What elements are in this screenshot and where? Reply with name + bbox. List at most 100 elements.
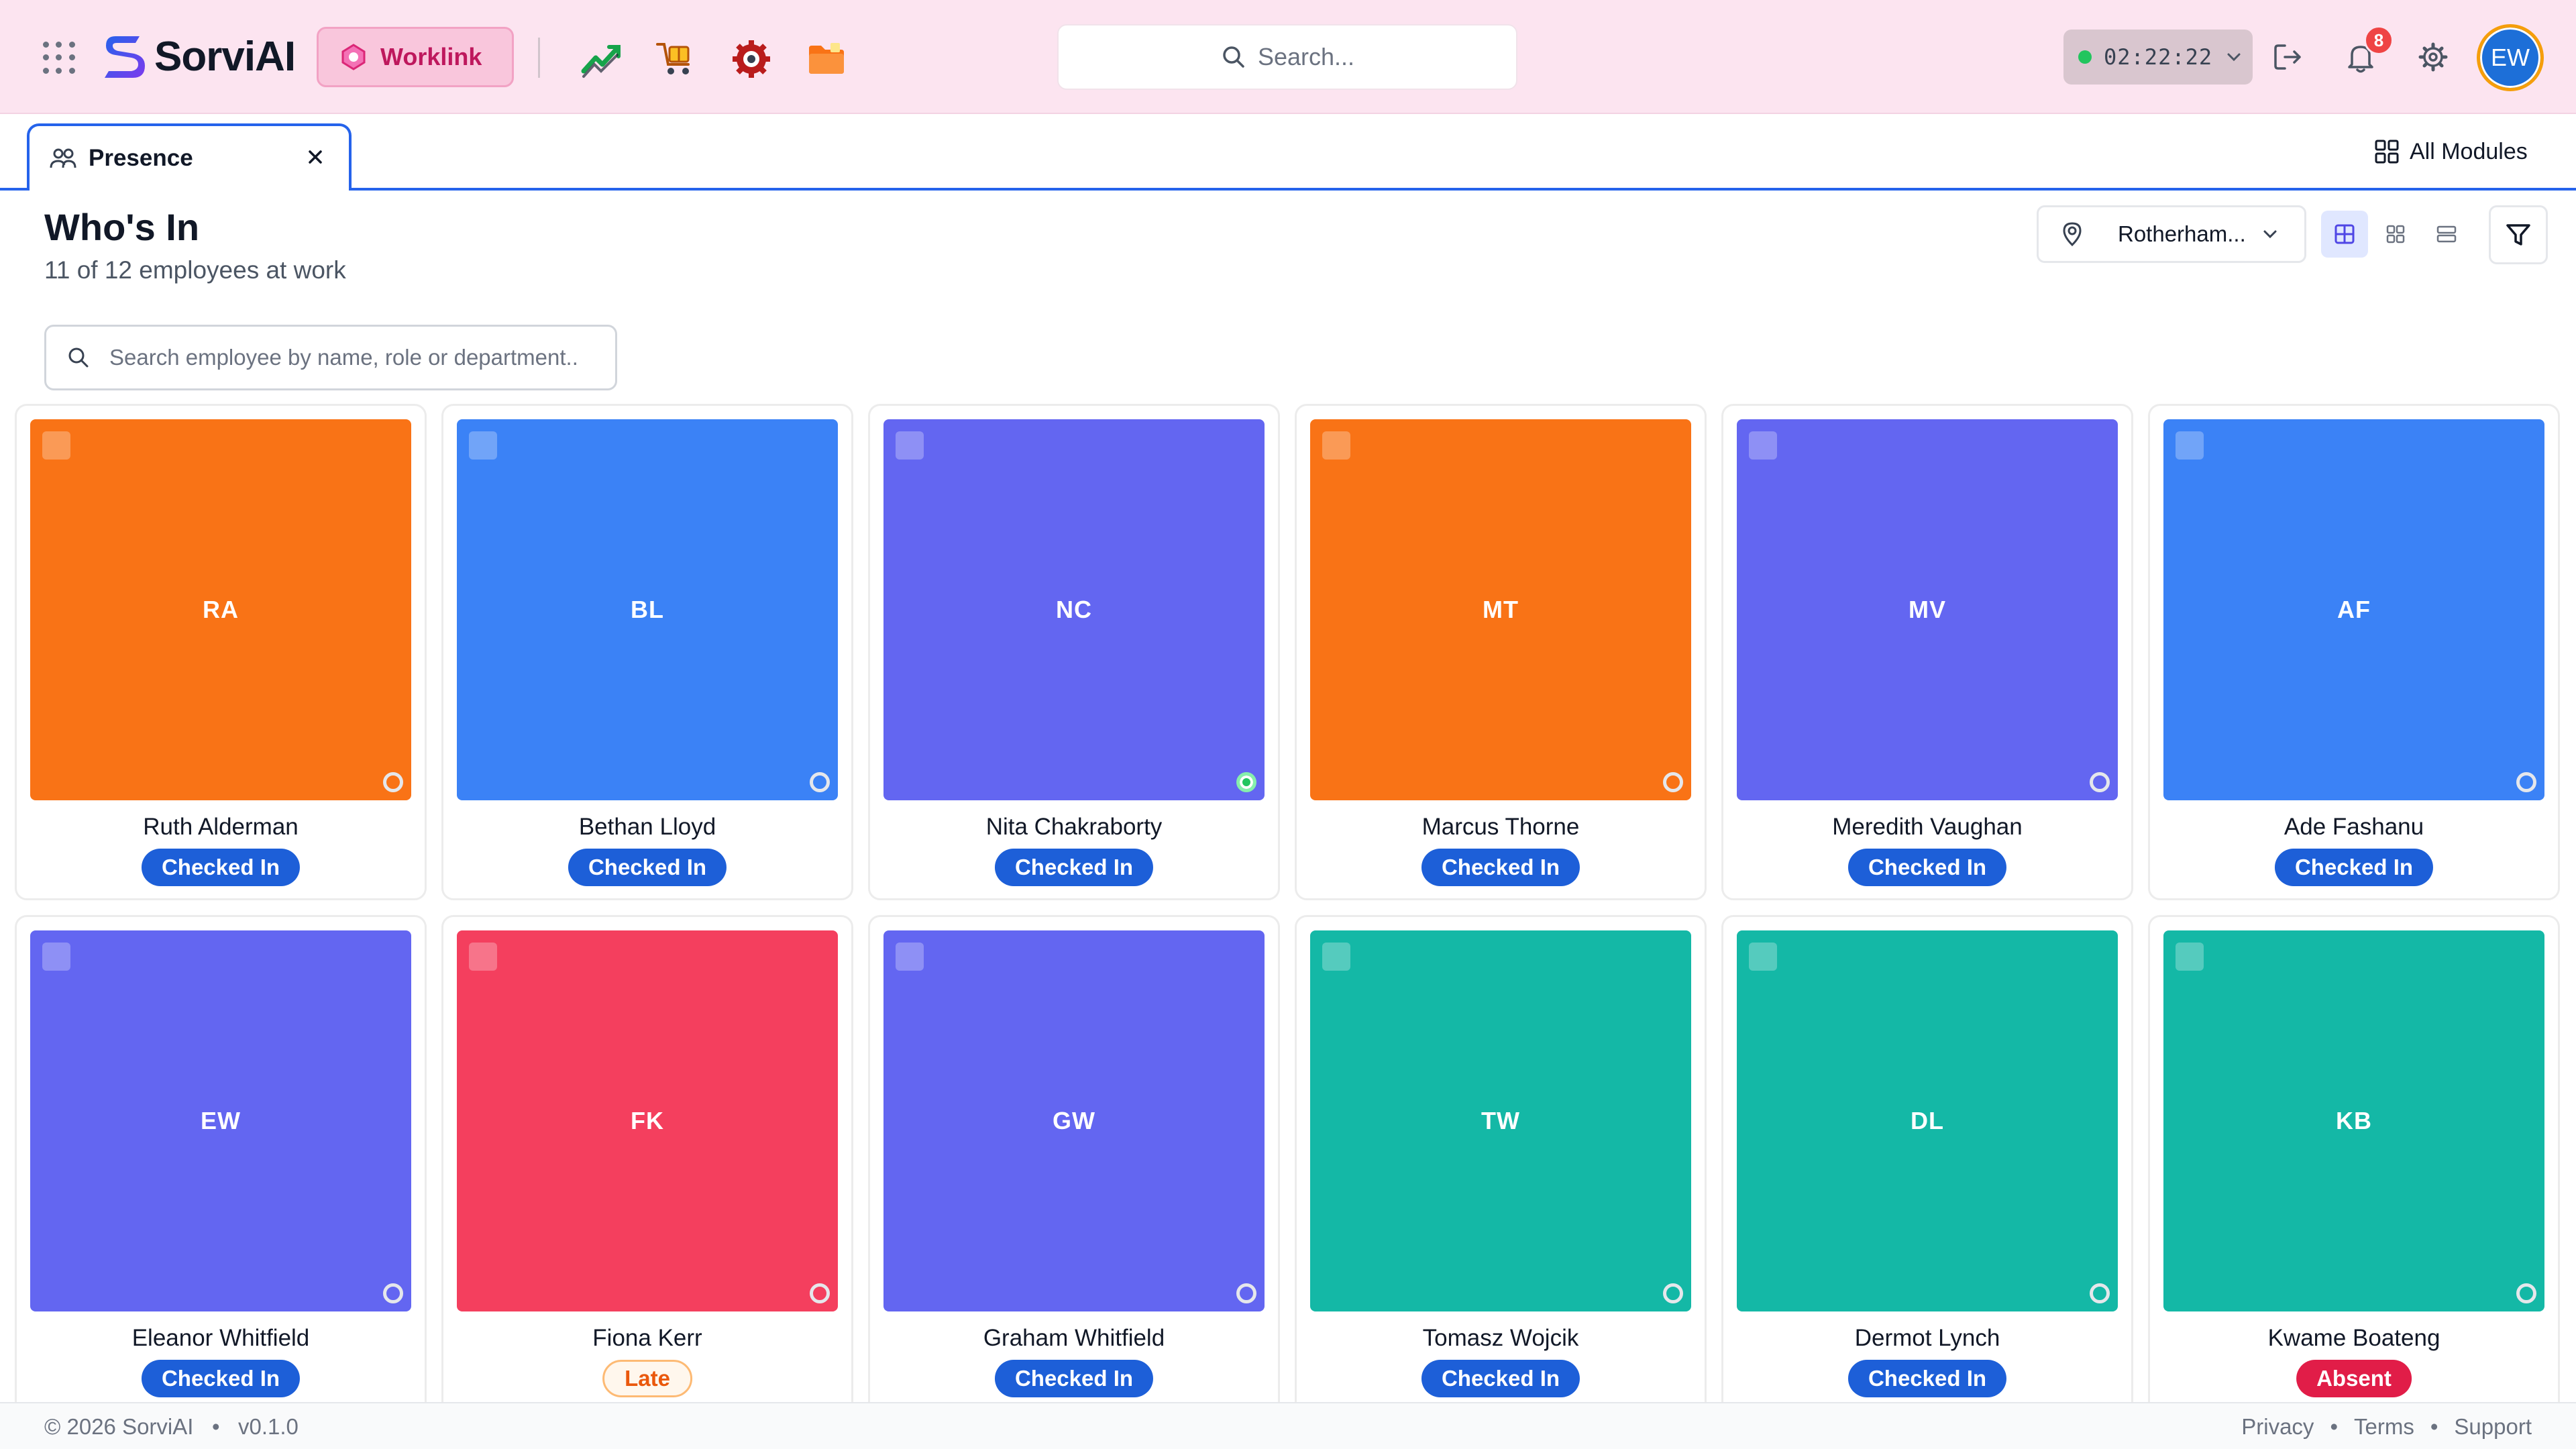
employee-card[interactable]: BL Bethan Lloyd Checked In xyxy=(441,404,853,900)
worklink-app-button[interactable]: Worklink xyxy=(317,27,514,87)
employee-avatar: TW xyxy=(1310,930,1691,1311)
employee-avatar: KB xyxy=(2163,930,2544,1311)
status-badge: Checked In xyxy=(1847,1360,2007,1397)
search-icon xyxy=(68,347,89,368)
worklink-label: Worklink xyxy=(380,43,482,70)
employee-card[interactable]: EW Eleanor Whitfield Checked In xyxy=(15,915,427,1425)
app-logo[interactable]: SorviAI xyxy=(101,31,296,82)
apps-grid-icon[interactable] xyxy=(43,42,75,74)
presence-indicator xyxy=(2090,772,2110,792)
employee-card[interactable]: RA Ruth Alderman Checked In xyxy=(15,404,427,900)
view-list-button[interactable] xyxy=(2423,211,2470,258)
select-checkbox[interactable] xyxy=(1749,943,1777,971)
tab-presence[interactable]: Presence xyxy=(27,123,352,191)
employee-initials: DL xyxy=(1911,1107,1944,1134)
presence-indicator xyxy=(2090,1283,2110,1303)
app-name: SorviAI xyxy=(154,33,296,80)
employee-avatar: MT xyxy=(1310,419,1691,800)
select-checkbox[interactable] xyxy=(1322,431,1350,460)
select-checkbox[interactable] xyxy=(2176,431,2204,460)
all-modules-button[interactable]: All Modules xyxy=(2373,131,2528,172)
service-gear-icon[interactable] xyxy=(730,38,773,80)
select-checkbox[interactable] xyxy=(1749,431,1777,460)
presence-indicator xyxy=(383,1283,403,1303)
employee-card[interactable]: DL Dermot Lynch Checked In xyxy=(1721,915,2133,1425)
select-checkbox[interactable] xyxy=(896,943,924,971)
search-icon xyxy=(1223,46,1244,68)
employee-avatar: RA xyxy=(30,419,411,800)
footer-separator: • xyxy=(2430,1414,2438,1439)
filter-funnel-icon xyxy=(2506,224,2530,246)
growth-chart-icon[interactable] xyxy=(580,38,623,80)
employee-card[interactable]: MV Meredith Vaughan Checked In xyxy=(1721,404,2133,900)
employee-avatar: NC xyxy=(883,419,1265,800)
employee-avatar: EW xyxy=(30,930,411,1311)
employee-name: Graham Whitfield xyxy=(983,1325,1165,1351)
status-badge: Absent xyxy=(2296,1360,2412,1397)
employee-name: Fiona Kerr xyxy=(592,1325,702,1351)
status-badge: Checked In xyxy=(568,849,727,886)
delivery-box-icon[interactable] xyxy=(655,38,698,80)
logout-icon[interactable] xyxy=(2270,39,2306,75)
employee-search-input[interactable] xyxy=(109,345,606,370)
settings-gear-icon[interactable] xyxy=(2415,39,2451,75)
copyright: © 2026 SorviAI xyxy=(44,1414,194,1439)
location-select[interactable]: Rotherham... xyxy=(2037,205,2306,263)
global-search-placeholder: Search... xyxy=(1257,43,1355,70)
status-badge: Checked In xyxy=(994,849,1154,886)
employee-initials: NC xyxy=(1056,596,1092,623)
footer: © 2026 SorviAI • v0.1.0 Privacy • Terms … xyxy=(0,1402,2576,1449)
footer-link-privacy[interactable]: Privacy xyxy=(2241,1414,2314,1440)
employee-search-field[interactable] xyxy=(44,325,617,390)
employee-card[interactable]: MT Marcus Thorne Checked In xyxy=(1295,404,1707,900)
list-view-icon xyxy=(2436,225,2457,243)
status-badge: Checked In xyxy=(1421,849,1580,886)
employee-card[interactable]: TW Tomasz Wojcik Checked In xyxy=(1295,915,1707,1425)
employee-avatar: MV xyxy=(1737,419,2118,800)
employee-avatar: GW xyxy=(883,930,1265,1311)
employee-card[interactable]: NC Nita Chakraborty Checked In xyxy=(868,404,1280,900)
employee-avatar: DL xyxy=(1737,930,2118,1311)
select-checkbox[interactable] xyxy=(469,943,497,971)
employee-initials: MV xyxy=(1909,596,1946,623)
user-avatar[interactable]: EW xyxy=(2477,24,2544,91)
tab-bar-underline xyxy=(0,188,2576,191)
view-mode-toggle xyxy=(2316,205,2477,263)
footer-link-support[interactable]: Support xyxy=(2454,1414,2532,1440)
timer-status-dot xyxy=(2078,50,2092,64)
select-checkbox[interactable] xyxy=(1322,943,1350,971)
employee-initials: AF xyxy=(2337,596,2371,623)
select-checkbox[interactable] xyxy=(2176,943,2204,971)
page-subtitle: 11 of 12 employees at work xyxy=(44,256,346,284)
view-large-grid-button[interactable] xyxy=(2321,211,2368,258)
employee-initials: TW xyxy=(1481,1107,1520,1134)
work-timer[interactable]: 02:22:22 xyxy=(2063,30,2253,85)
global-search-input[interactable]: Search... xyxy=(1057,24,1517,90)
map-pin-icon xyxy=(2063,222,2082,247)
filter-button[interactable] xyxy=(2489,205,2548,264)
employee-initials: EW xyxy=(201,1107,241,1134)
presence-indicator xyxy=(810,1283,830,1303)
view-small-grid-button[interactable] xyxy=(2372,211,2419,258)
select-checkbox[interactable] xyxy=(42,943,70,971)
employee-card[interactable]: KB Kwame Boateng Absent xyxy=(2148,915,2560,1425)
employee-name: Ruth Alderman xyxy=(143,814,299,840)
status-badge: Checked In xyxy=(141,1360,301,1397)
employee-name: Eleanor Whitfield xyxy=(131,1325,310,1351)
select-checkbox[interactable] xyxy=(42,431,70,460)
employee-name: Marcus Thorne xyxy=(1421,814,1580,840)
close-tab-icon[interactable] xyxy=(305,146,326,168)
presence-indicator xyxy=(2516,772,2536,792)
large-grid-icon xyxy=(2334,224,2355,244)
modules-grid-icon xyxy=(2375,140,2399,164)
select-checkbox[interactable] xyxy=(469,431,497,460)
employee-card[interactable]: FK Fiona Kerr Late xyxy=(441,915,853,1425)
employee-card[interactable]: AF Ade Fashanu Checked In xyxy=(2148,404,2560,900)
select-checkbox[interactable] xyxy=(896,431,924,460)
footer-link-terms[interactable]: Terms xyxy=(2354,1414,2414,1440)
presence-indicator xyxy=(383,772,403,792)
location-value: Rotherham... xyxy=(2118,221,2246,246)
footer-meta: © 2026 SorviAI • v0.1.0 xyxy=(44,1414,299,1440)
folder-icon[interactable] xyxy=(805,38,848,80)
employee-card[interactable]: GW Graham Whitfield Checked In xyxy=(868,915,1280,1425)
